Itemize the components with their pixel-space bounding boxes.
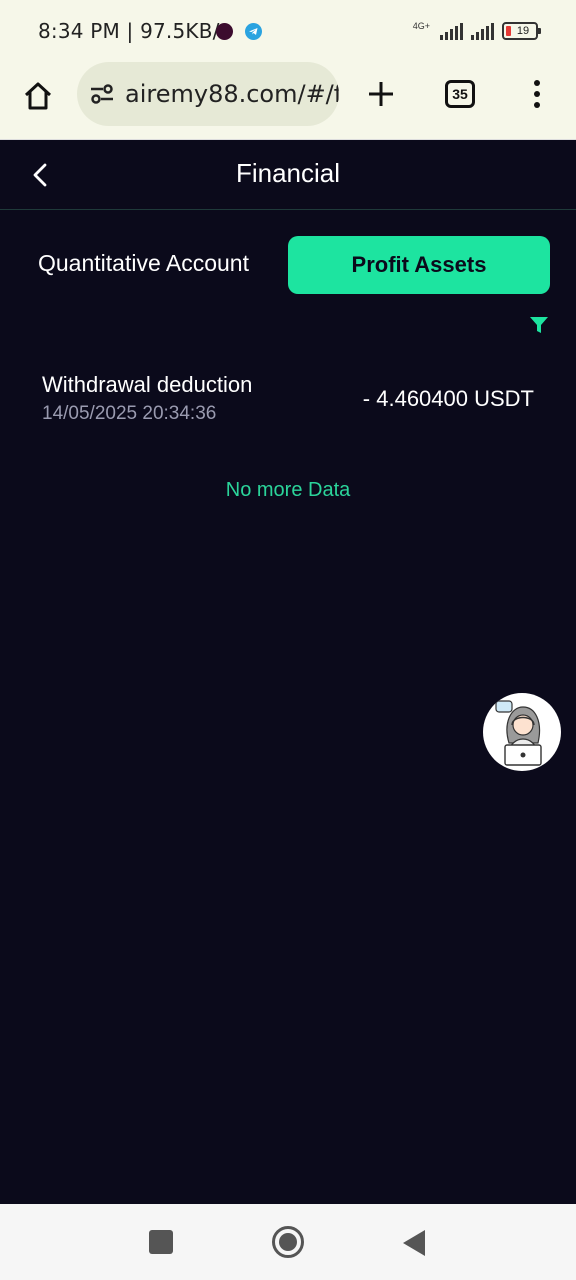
record-title: Withdrawal deduction <box>42 372 253 397</box>
status-icons: 4G+ 19 <box>412 18 541 44</box>
status-time: 8:34 PM | 97.5KB/s <box>38 19 231 43</box>
customer-support-button[interactable] <box>483 693 561 771</box>
list-item[interactable]: Withdrawal deduction 14/05/2025 20:34:36… <box>0 360 576 440</box>
no-more-data: No more Data <box>225 479 351 501</box>
clock: 8:34 PM <box>38 19 120 43</box>
tab-count: 35 <box>452 86 468 102</box>
status-bar: 8:34 PM | 97.5KB/s 4G+ 19 <box>0 0 576 62</box>
telegram-icon <box>245 23 262 40</box>
browser-toolbar: airemy88.com/#/f 35 <box>0 62 576 140</box>
back-triangle-icon[interactable] <box>403 1230 425 1256</box>
signal-icon-2 <box>471 22 494 40</box>
home-icon <box>24 82 52 110</box>
tab-switcher-button[interactable]: 35 <box>445 80 475 108</box>
plus-icon <box>369 82 393 106</box>
recents-icon[interactable] <box>149 1230 173 1254</box>
customer-support-avatar-icon <box>495 700 542 766</box>
url-text: airemy88.com/#/f <box>125 80 339 108</box>
system-nav-bar <box>0 1204 576 1280</box>
new-tab-button[interactable] <box>363 76 399 112</box>
app-notification-icon <box>216 23 233 40</box>
home-circle-icon[interactable] <box>272 1226 304 1258</box>
battery-level: 19 <box>516 25 530 37</box>
home-button[interactable] <box>18 76 58 116</box>
site-settings-icon[interactable] <box>89 79 115 109</box>
app-header: Financial <box>0 140 576 210</box>
filter-icon[interactable] <box>529 316 549 334</box>
page-title: Financial <box>235 158 341 188</box>
tab-profit-assets[interactable]: Profit Assets <box>288 236 550 294</box>
address-bar[interactable]: airemy88.com/#/f <box>77 62 339 126</box>
tab-quantitative-account[interactable]: Quantitative Account <box>38 250 249 277</box>
record-time: 14/05/2025 20:34:36 <box>42 403 217 424</box>
battery-icon: 19 <box>502 22 541 40</box>
more-vert-icon[interactable] <box>526 76 548 112</box>
network-type: 4G+ <box>412 21 430 31</box>
signal-icon <box>440 22 463 40</box>
record-amount: - 4.460400 USDT <box>362 386 534 411</box>
